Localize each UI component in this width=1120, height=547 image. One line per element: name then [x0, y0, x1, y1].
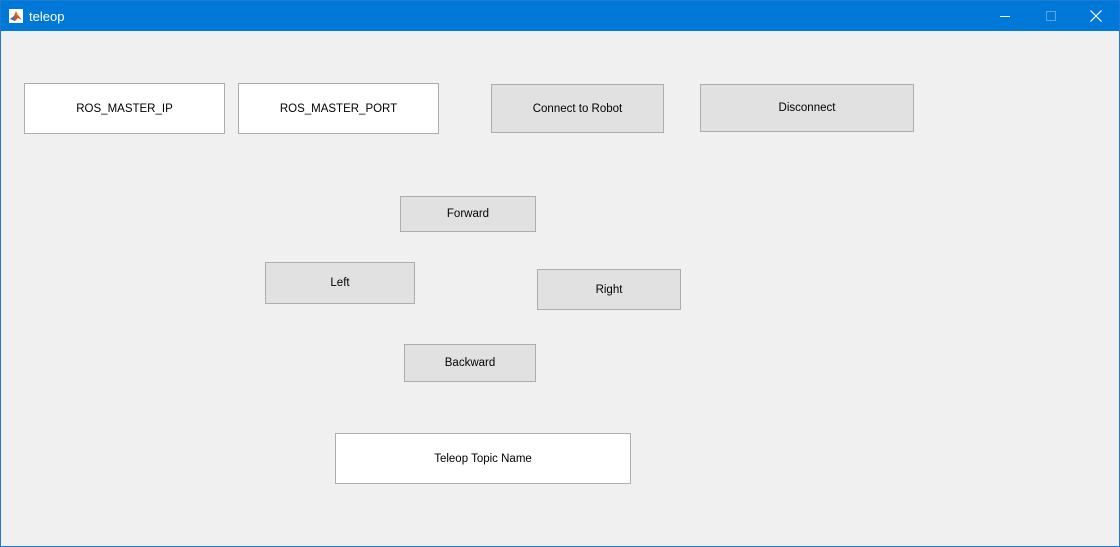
maximize-icon	[1046, 11, 1056, 21]
window-title: teleop	[29, 9, 65, 24]
matlab-logo-icon	[9, 9, 23, 23]
teleop-topic-name-text: Teleop Topic Name	[434, 452, 532, 465]
app-window: teleop ROS_MASTER_IP ROS_MASTER_PORT Con…	[0, 0, 1120, 547]
left-button-label: Left	[330, 277, 350, 289]
teleop-topic-name-field[interactable]: Teleop Topic Name	[335, 433, 631, 484]
connect-to-robot-button[interactable]: Connect to Robot	[491, 84, 664, 133]
close-icon	[1090, 10, 1102, 22]
disconnect-button[interactable]: Disconnect	[700, 84, 914, 132]
ros-master-ip-field[interactable]: ROS_MASTER_IP	[24, 83, 225, 134]
disconnect-button-label: Disconnect	[778, 102, 836, 114]
minimize-icon	[1000, 11, 1010, 21]
forward-button[interactable]: Forward	[400, 196, 536, 232]
left-button[interactable]: Left	[265, 262, 415, 304]
connect-button-label: Connect to Robot	[532, 102, 623, 115]
right-button-label: Right	[595, 283, 623, 296]
ros-master-ip-text: ROS_MASTER_IP	[76, 102, 173, 115]
minimize-button[interactable]	[982, 1, 1028, 31]
close-button[interactable]	[1073, 1, 1119, 31]
ros-master-port-text: ROS_MASTER_PORT	[279, 102, 398, 115]
ros-master-port-field[interactable]: ROS_MASTER_PORT	[238, 83, 439, 134]
maximize-button[interactable]	[1028, 1, 1074, 31]
title-bar[interactable]: teleop	[1, 1, 1119, 31]
forward-button-label: Forward	[446, 208, 490, 220]
backward-button[interactable]: Backward	[404, 344, 536, 382]
right-button[interactable]: Right	[537, 269, 681, 310]
backward-button-label: Backward	[444, 357, 496, 369]
